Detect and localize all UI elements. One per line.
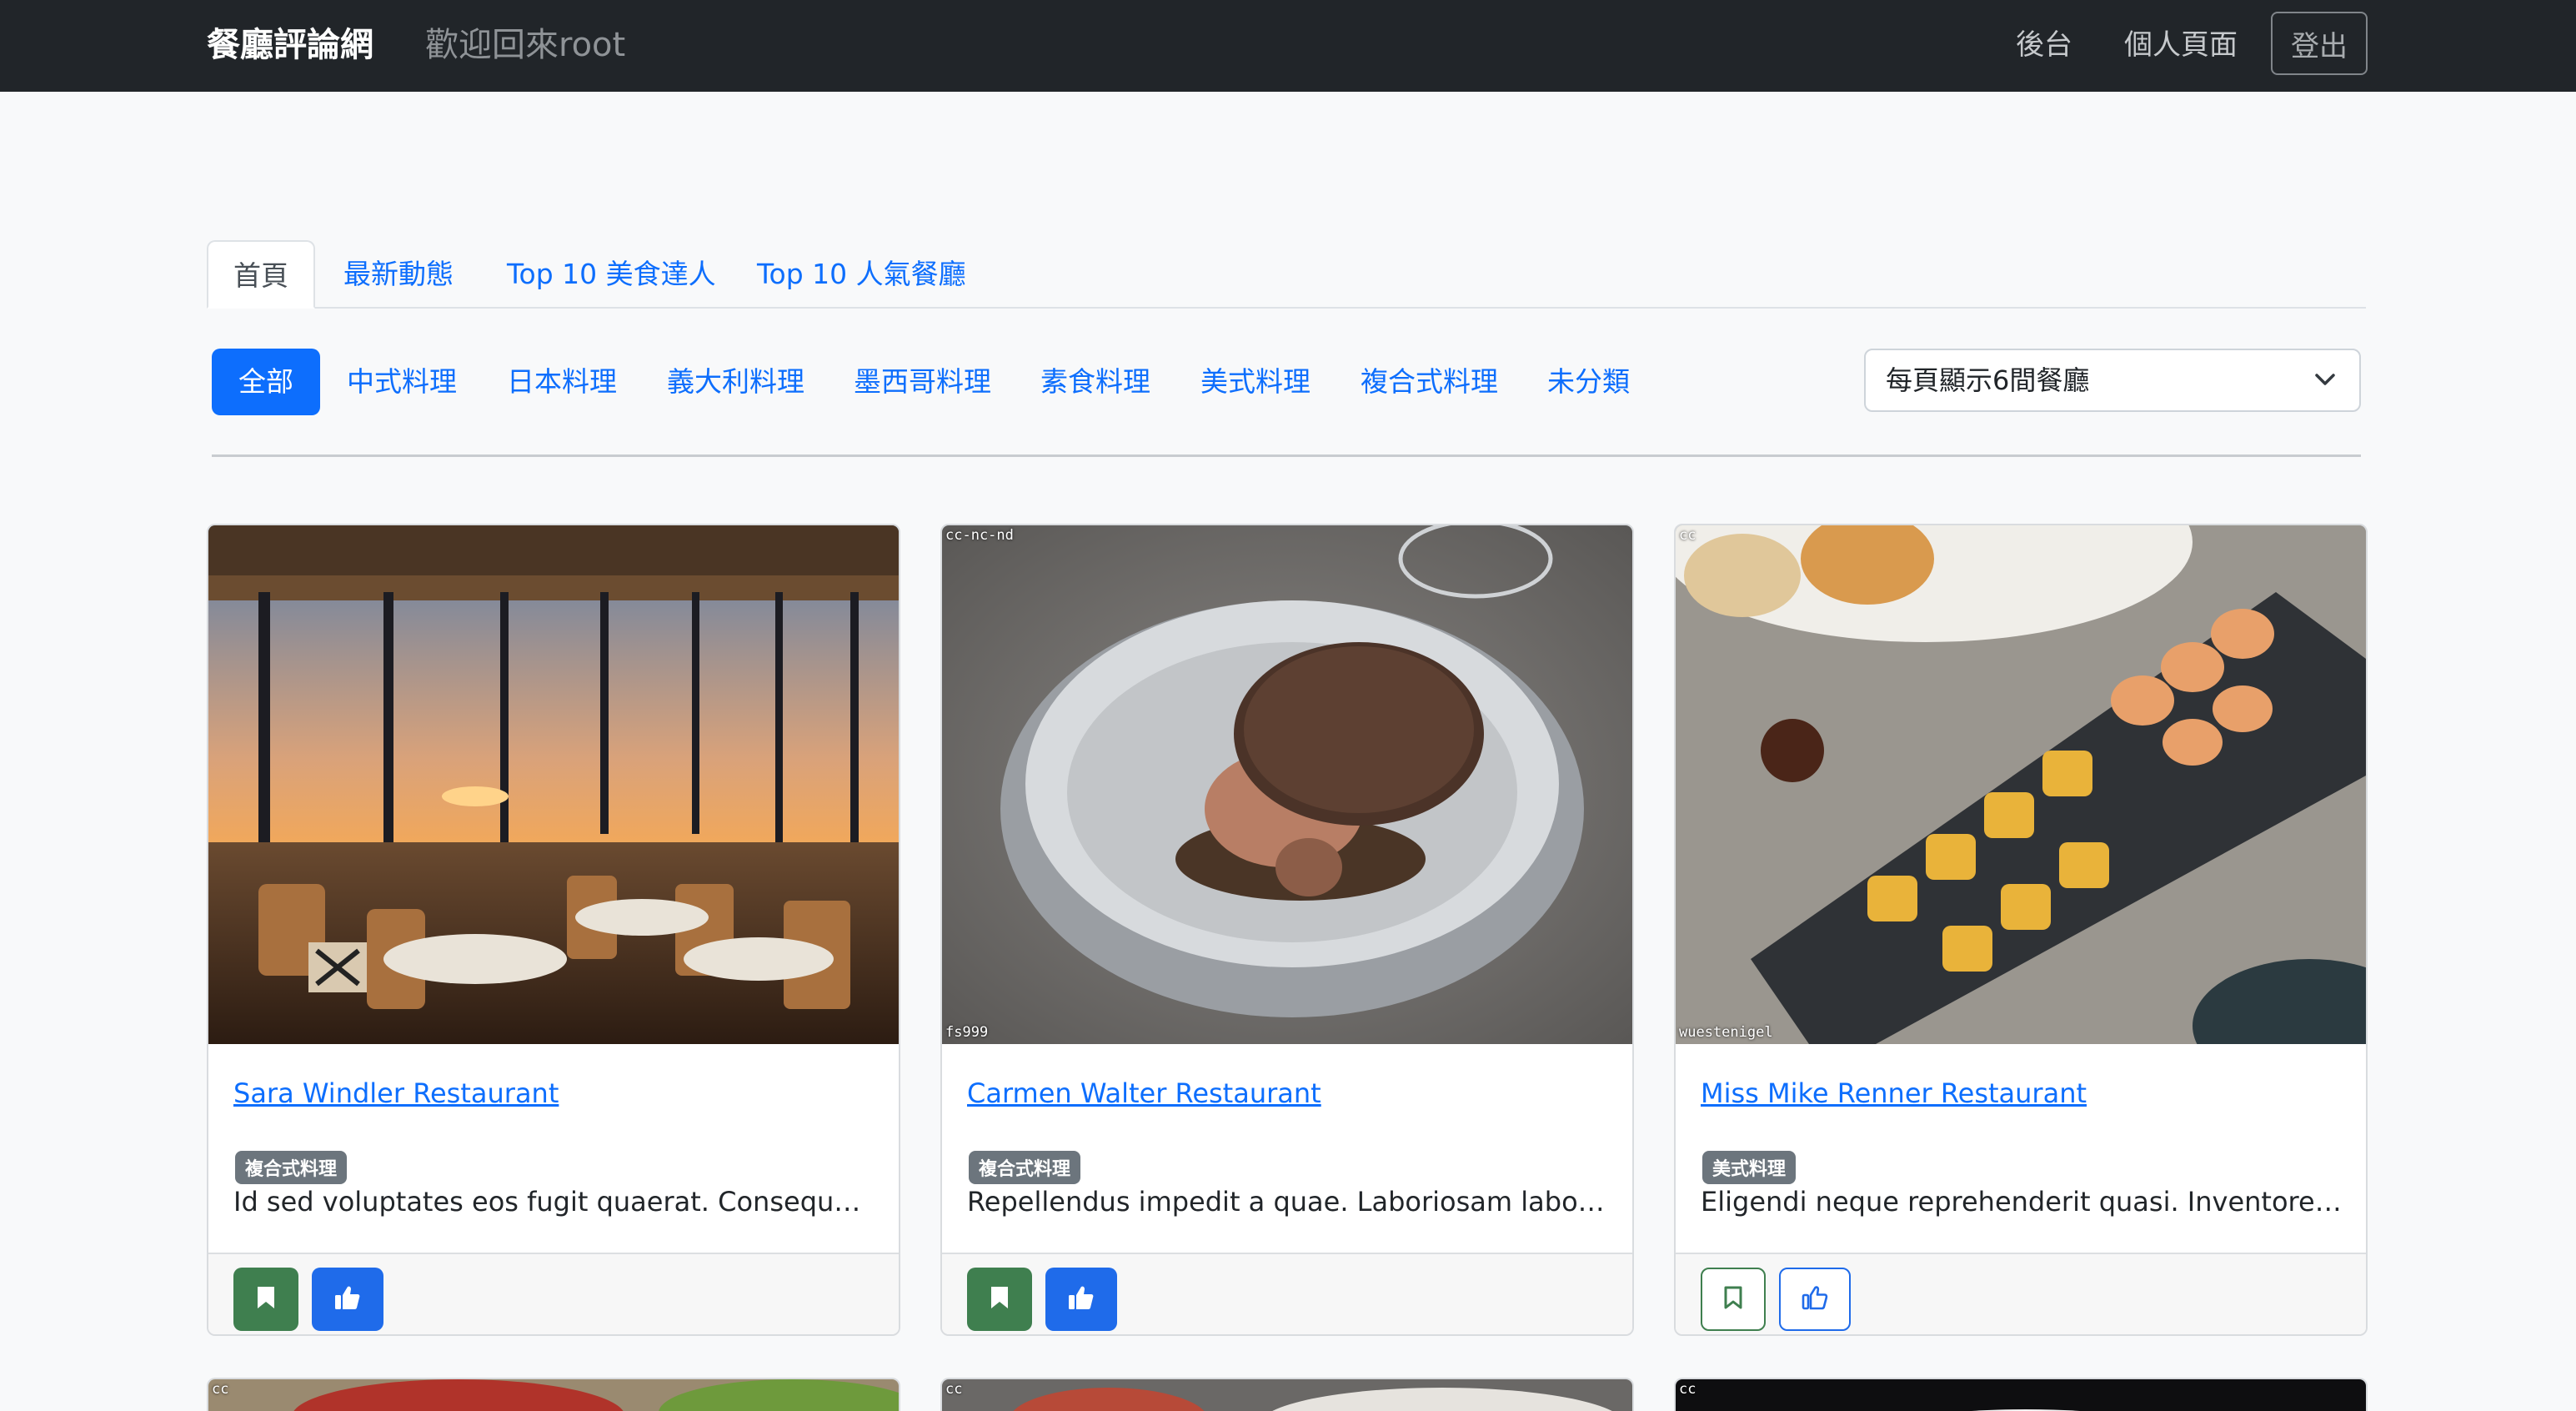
tab-top-users[interactable]: Top 10 美食達人 xyxy=(507,240,716,309)
restaurant-card: Sara Windler Restaurant 複合式料理 Id sed vol… xyxy=(207,524,900,1336)
bookmark-icon xyxy=(990,1285,1010,1313)
category-pill-all[interactable]: 全部 xyxy=(212,349,320,415)
remove-favorite-button[interactable] xyxy=(233,1268,298,1331)
per-page-select[interactable]: 每頁顯示6間餐廳 xyxy=(1864,349,2361,412)
restaurant-card: cc-nc-nd fs999 Carmen Walter Restaurant … xyxy=(940,524,1634,1336)
card-body: Carmen Walter Restaurant 複合式料理 Repellend… xyxy=(942,1044,1632,1253)
thumbs-up-icon xyxy=(1801,1284,1829,1314)
restaurant-description: Repellendus impedit a quae. Laboriosam l… xyxy=(967,1186,1609,1218)
category-divider xyxy=(212,454,2361,457)
top-navbar: 餐廳評論網 歡迎回來root 後台 個人頁面 登出 xyxy=(0,0,2576,92)
image-watermark: wuestenigel xyxy=(1679,1024,1773,1041)
restaurant-image[interactable]: cc wuestenigel xyxy=(1676,525,2366,1044)
category-badge: 美式料理 xyxy=(1702,1151,1797,1184)
tab-latest-feeds[interactable]: 最新動態 xyxy=(343,240,454,309)
chevron-down-icon xyxy=(2314,372,2336,390)
restaurant-card[interactable]: cc xyxy=(1674,1378,2368,1411)
category-pill-american[interactable]: 美式料理 xyxy=(1200,349,1311,415)
category-pill-japanese[interactable]: 日本料理 xyxy=(507,349,617,415)
category-badge: 複合式料理 xyxy=(235,1151,348,1184)
image-watermark: cc-nc-nd xyxy=(945,527,1014,544)
category-pill-chinese[interactable]: 中式料理 xyxy=(347,349,457,415)
restaurant-description: Id sed voluptates eos fugit quaerat. Con… xyxy=(233,1186,875,1218)
remove-favorite-button[interactable] xyxy=(967,1268,1032,1331)
restaurant-card[interactable]: cc xyxy=(940,1378,1634,1411)
thumbs-up-icon xyxy=(333,1284,362,1314)
category-badge: 複合式料理 xyxy=(969,1151,1081,1184)
image-watermark: cc xyxy=(945,1381,963,1398)
card-footer xyxy=(208,1253,899,1334)
like-button[interactable] xyxy=(1779,1268,1851,1331)
category-pill-italian[interactable]: 義大利料理 xyxy=(667,349,804,415)
add-favorite-button[interactable] xyxy=(1701,1268,1766,1331)
thumbs-up-icon xyxy=(1067,1284,1095,1314)
unlike-button[interactable] xyxy=(312,1268,383,1331)
welcome-text: 歡迎回來root xyxy=(425,26,626,64)
restaurant-name-link[interactable]: Miss Mike Renner Restaurant xyxy=(1701,1077,2087,1109)
bookmark-icon xyxy=(1723,1285,1743,1313)
unlike-button[interactable] xyxy=(1045,1268,1117,1331)
nav-link-profile[interactable]: 個人頁面 xyxy=(2124,23,2238,67)
brand-logo[interactable]: 餐廳評論網 xyxy=(207,22,373,68)
restaurant-card: cc wuestenigel Miss Mike Renner Restaura… xyxy=(1674,524,2368,1336)
restaurant-name-link[interactable]: Carmen Walter Restaurant xyxy=(967,1077,1321,1109)
restaurant-name-link[interactable]: Sara Windler Restaurant xyxy=(233,1077,559,1109)
image-watermark: cc xyxy=(1679,1381,1696,1398)
category-pill-uncategorized[interactable]: 未分類 xyxy=(1547,349,1630,415)
tab-home[interactable]: 首頁 xyxy=(207,240,315,309)
restaurant-image[interactable] xyxy=(208,525,899,1044)
category-pill-vegetarian[interactable]: 素食料理 xyxy=(1040,349,1150,415)
restaurant-image[interactable]: cc-nc-nd fs999 xyxy=(942,525,1632,1044)
card-footer xyxy=(942,1253,1632,1334)
nav-link-admin[interactable]: 後台 xyxy=(2016,23,2072,67)
category-pill-fusion[interactable]: 複合式料理 xyxy=(1361,349,1498,415)
category-pill-mexican[interactable]: 墨西哥料理 xyxy=(854,349,991,415)
per-page-select-value: 每頁顯示6間餐廳 xyxy=(1886,364,2090,396)
card-body: Sara Windler Restaurant 複合式料理 Id sed vol… xyxy=(208,1044,899,1253)
image-watermark: fs999 xyxy=(945,1024,989,1041)
card-body: Miss Mike Renner Restaurant 美式料理 Eligend… xyxy=(1676,1044,2366,1253)
card-footer xyxy=(1676,1253,2366,1334)
bookmark-icon xyxy=(256,1285,276,1313)
image-watermark: cc xyxy=(212,1381,229,1398)
restaurant-card[interactable]: cc xyxy=(207,1378,900,1411)
restaurant-description: Eligendi neque reprehenderit quasi. Inve… xyxy=(1701,1186,2343,1218)
image-watermark: cc xyxy=(1679,527,1696,544)
logout-button[interactable]: 登出 xyxy=(2271,12,2368,75)
tab-top-restaurants[interactable]: Top 10 人氣餐廳 xyxy=(757,240,966,309)
